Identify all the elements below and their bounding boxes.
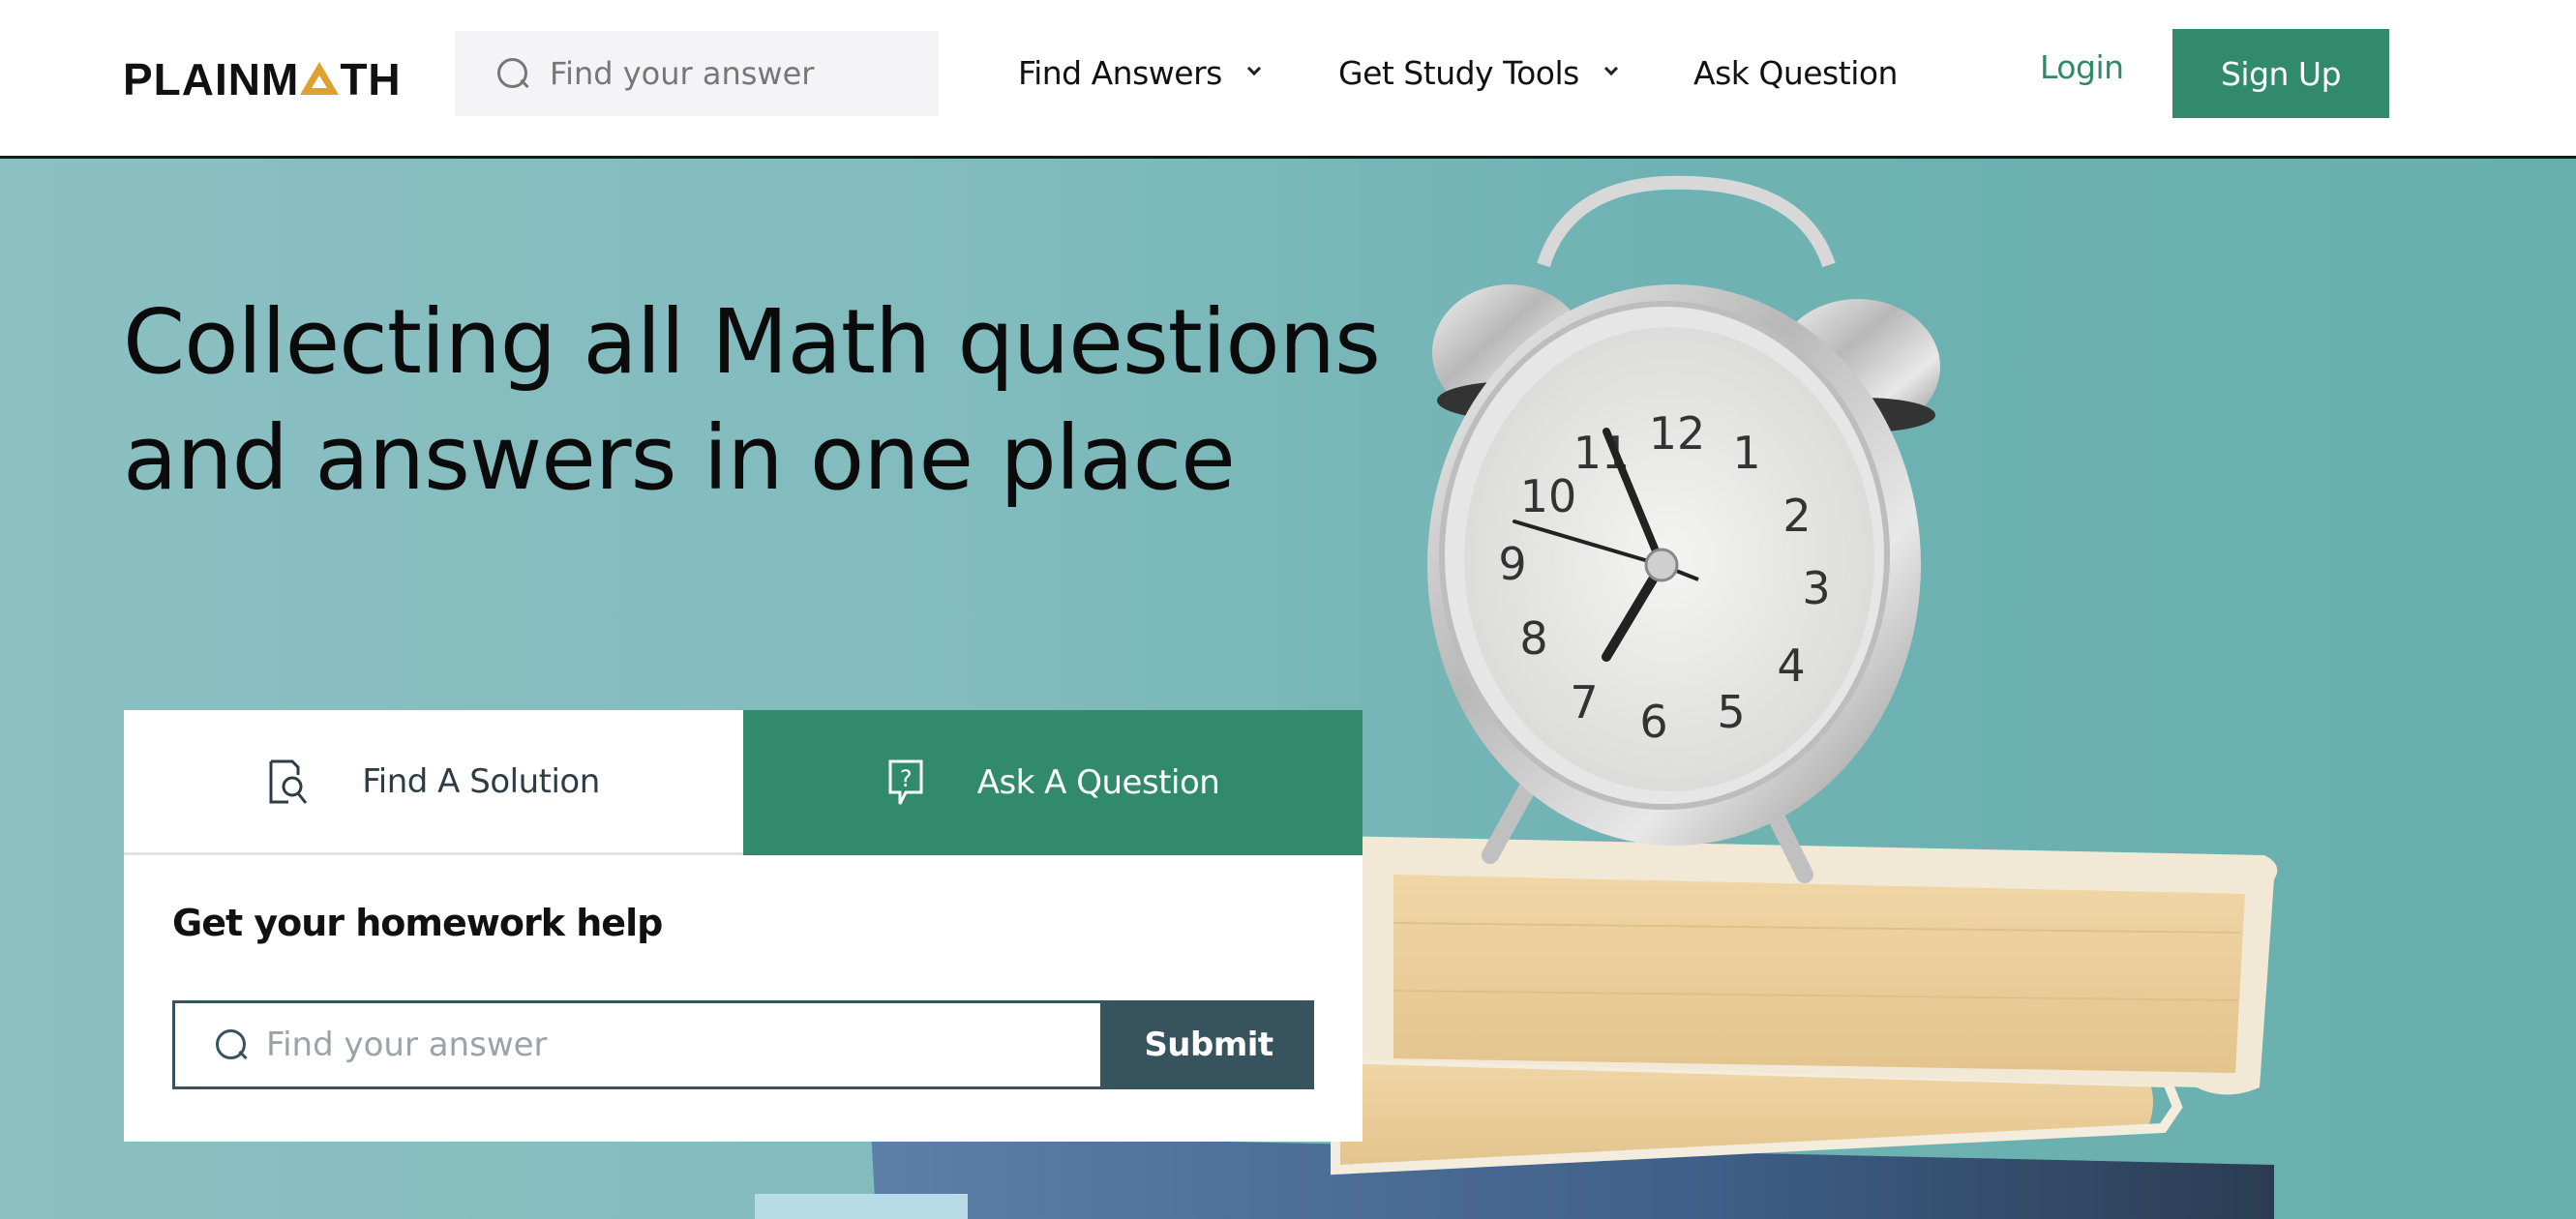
tab-find-a-solution[interactable]: Find A Solution: [124, 710, 743, 855]
login-link[interactable]: Login: [2040, 48, 2124, 86]
alarm-clock: 12 1 2 3 4 5 6 7 8 9 10 11: [1427, 175, 1940, 883]
nav-find-answers[interactable]: Find Answers: [1018, 48, 1261, 97]
homework-search-input[interactable]: [266, 1026, 1040, 1064]
clock-num: 1: [1732, 427, 1760, 479]
homework-search-field[interactable]: [172, 1000, 1103, 1089]
clock-num: 3: [1802, 562, 1830, 614]
clock-num: 9: [1498, 538, 1526, 590]
site-header: PLAINM TH Find Answers Get Study Tools As…: [0, 0, 2576, 159]
clock-num: 6: [1639, 696, 1667, 748]
clock-num: 12: [1649, 407, 1706, 460]
question-bubble-icon: ?: [888, 759, 923, 805]
nav-ask-question-label: Ask Question: [1693, 53, 1898, 92]
card-title: Get your homework help: [172, 902, 663, 944]
clock-num: 4: [1777, 639, 1805, 692]
homework-search-form: Submit: [172, 1000, 1314, 1089]
logo-text-start: PLAINM: [123, 54, 300, 104]
nav-find-answers-label: Find Answers: [1018, 53, 1222, 92]
signup-button[interactable]: Sign Up: [2172, 29, 2389, 118]
hero-heading-line2: and answers in one place: [123, 406, 1236, 510]
nav-get-study-tools[interactable]: Get Study Tools: [1338, 48, 1618, 97]
tab-ask-a-question[interactable]: ? Ask A Question: [743, 710, 1363, 855]
search-icon: [495, 56, 530, 91]
submit-button[interactable]: Submit: [1103, 1000, 1314, 1089]
tab-ask-a-question-label: Ask A Question: [976, 763, 1220, 802]
logo-triangle-icon: [300, 62, 340, 95]
header-search-input[interactable]: [550, 55, 917, 92]
card-tabs: Find A Solution ? Ask A Question: [124, 710, 1363, 855]
tab-find-a-solution-label: Find A Solution: [362, 761, 600, 801]
nav-ask-question[interactable]: Ask Question: [1693, 48, 1898, 97]
svg-text:?: ?: [900, 765, 912, 792]
card-body: Get your homework help Submit: [124, 855, 1363, 1136]
clock-num: 2: [1782, 490, 1811, 542]
clock-num: 10: [1520, 470, 1577, 522]
document-search-icon: [269, 759, 308, 804]
clock-num: 7: [1570, 676, 1598, 728]
hero-section: 12 1 2 3 4 5 6 7 8 9 10 11 Collecting al…: [0, 159, 2576, 1219]
chevron-down-icon: [1603, 61, 1618, 76]
chevron-down-icon: [1246, 61, 1261, 76]
hero-heading: Collecting all Math questions and answer…: [123, 284, 1429, 517]
header-search-box[interactable]: [455, 31, 939, 116]
nav-get-study-tools-label: Get Study Tools: [1338, 53, 1579, 92]
search-icon: [214, 1027, 249, 1062]
logo-text-end: TH: [340, 54, 402, 104]
plainmath-logo[interactable]: PLAINM TH: [123, 53, 402, 105]
homework-help-card: Find A Solution ? Ask A Question Get you…: [124, 710, 1363, 1142]
clock-num: 5: [1717, 686, 1745, 738]
clock-num: 8: [1519, 612, 1547, 665]
hero-heading-line1: Collecting all Math questions: [123, 290, 1381, 394]
